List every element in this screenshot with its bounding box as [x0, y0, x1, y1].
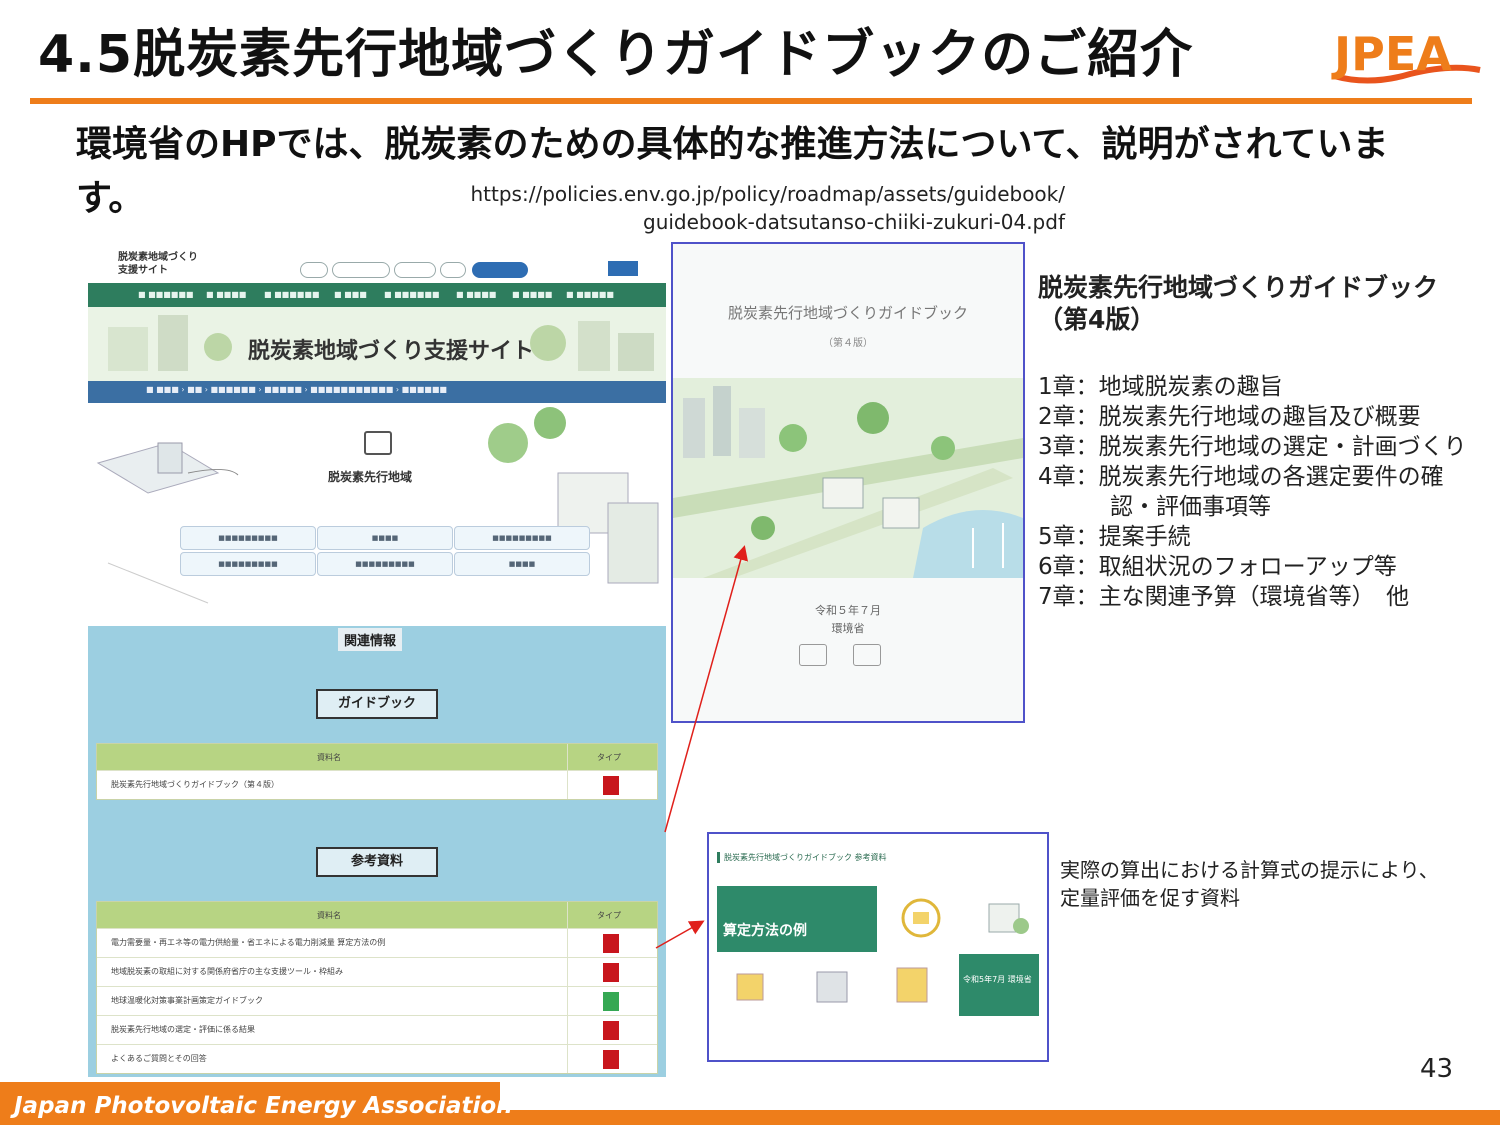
title-underline: [30, 98, 1472, 104]
reference-title-block: [717, 886, 877, 952]
site-header-link[interactable]: [332, 262, 390, 278]
reference-illustration: [881, 886, 1041, 950]
nav-item[interactable]: ■ ■■■■: [512, 290, 552, 299]
pdf-icon[interactable]: [603, 1050, 619, 1069]
row-name[interactable]: 地球温暖化対策事業計画策定ガイドブック: [111, 995, 263, 1006]
spreadsheet-icon[interactable]: [603, 992, 619, 1011]
cover-date: 令和５年７月: [815, 604, 881, 617]
row-name[interactable]: 脱炭素先行地域づくりガイドブック（第４版）: [111, 779, 279, 790]
cover-edition: （第４版）: [823, 338, 873, 349]
pdf-icon[interactable]: [603, 776, 619, 795]
section-link-button[interactable]: ■■■■■■■■■: [454, 526, 590, 550]
nav-item[interactable]: ■ ■■■■: [206, 290, 246, 299]
cover-org: 環境省: [831, 622, 865, 635]
section-link-button[interactable]: ■■■■: [454, 552, 590, 576]
chapter-item: 6章：取組状況のフォローアップ等: [1038, 554, 1397, 580]
chapter-item-continued: 認・評価事項等: [1110, 494, 1271, 520]
cover-logo-icon: [853, 644, 881, 666]
site-header-link[interactable]: [300, 262, 328, 278]
nav-item[interactable]: ■ ■■■: [334, 290, 367, 299]
reference-example-title: 算定方法の例: [723, 923, 807, 939]
guidebook-section-box: ガイドブック: [316, 689, 438, 719]
section-title: 脱炭素先行地域: [328, 470, 413, 484]
chapter-item: 2章：脱炭素先行地域の趣旨及び概要: [1038, 404, 1421, 430]
section-link-button[interactable]: ■■■■■■■■■: [180, 526, 316, 550]
nav-item[interactable]: ■ ■■■■■■: [384, 290, 439, 299]
header-type: タイプ: [597, 911, 621, 920]
table-row[interactable]: 地球温暖化対策事業計画策定ガイドブック: [97, 986, 657, 1015]
url-line-1[interactable]: https://policies.env.go.jp/policy/roadma…: [415, 180, 1066, 208]
row-name[interactable]: 電力需要量・再エネ等の電力供給量・省エネによる電力削減量 算定方法の例: [111, 937, 385, 948]
chapter-item: 7章：主な関連予算（環境省等） 他: [1038, 584, 1410, 610]
source-url[interactable]: https://policies.env.go.jp/policy/roadma…: [415, 180, 1066, 236]
chapter-item: 5章：提案手続: [1038, 524, 1191, 550]
nav-item[interactable]: ■ ■■■■: [456, 290, 496, 299]
reference-header: 脱炭素先行地域づくりガイドブック 参考資料: [717, 852, 887, 863]
footer-org-name: Japan Photovoltaic Energy Association: [14, 1093, 513, 1119]
site-header-button[interactable]: [472, 262, 528, 278]
jpea-logo: JPEA: [1330, 24, 1482, 94]
section-link-button[interactable]: ■■■■■■■■■: [180, 552, 316, 576]
site-hero-title: 脱炭素地域づくり支援サイト: [248, 339, 535, 364]
header-name: 資料名: [317, 911, 341, 920]
slide-title: 4.5脱炭素先行地域づくりガイドブックのご紹介: [38, 25, 1194, 85]
reference-table: 資料名 タイプ 電力需要量・再エネ等の電力供給量・省エネによる電力削減量 算定方…: [96, 901, 658, 1074]
section-icon: [364, 431, 392, 455]
table-row[interactable]: 脱炭素先行地域の選定・評価に係る結果: [97, 1015, 657, 1044]
section-link-button[interactable]: ■■■■■■■■■: [317, 552, 453, 576]
chapter-item: 4章：脱炭素先行地域の各選定要件の確: [1038, 464, 1444, 490]
row-name[interactable]: 地域脱炭素の取組に対する関係府省庁の主な支援ツール・枠組み: [111, 966, 343, 977]
site-header-link[interactable]: [394, 262, 436, 278]
table-row[interactable]: 脱炭素先行地域づくりガイドブック（第４版）: [97, 770, 657, 799]
site-breadcrumb[interactable]: ■ ■■■ › ■■ › ■■■■■■ › ■■■■■ › ■■■■■■■■■■…: [146, 385, 447, 394]
section-link-button[interactable]: ■■■■: [317, 526, 453, 550]
svg-text:JPEA: JPEA: [1331, 27, 1452, 81]
search-button[interactable]: [608, 261, 638, 276]
website-screenshot: 脱炭素地域づくり 支援サイト ■ ■■■■■■ ■ ■■■■ ■ ■■■■■■ …: [88, 243, 666, 1077]
page-number: 43: [1420, 1054, 1454, 1084]
url-line-2[interactable]: guidebook-datsutanso-chiiki-zukuri-04.pd…: [415, 208, 1065, 236]
header-type: タイプ: [597, 753, 621, 762]
cover-title: 脱炭素先行地域づくりガイドブック: [727, 304, 968, 322]
table-header: 資料名 タイプ: [97, 744, 657, 770]
chapter-list: 1章：地域脱炭素の趣旨 2章：脱炭素先行地域の趣旨及び概要 3章：脱炭素先行地域…: [1038, 372, 1488, 612]
chapter-item: 1章：地域脱炭素の趣旨: [1038, 374, 1283, 400]
pdf-icon[interactable]: [603, 1021, 619, 1040]
row-name[interactable]: よくあるご質問とその回答: [111, 1053, 207, 1064]
row-name[interactable]: 脱炭素先行地域の選定・評価に係る結果: [111, 1024, 255, 1035]
cover-city-illustration: [673, 378, 1023, 578]
reference-material-cover: 脱炭素先行地域づくりガイドブック 参考資料 算定方法の例 令和5年7月 環境省: [707, 832, 1049, 1062]
pdf-icon[interactable]: [603, 934, 619, 953]
reference-illustration: [717, 954, 957, 1016]
table-header: 資料名 タイプ: [97, 902, 657, 928]
table-row[interactable]: 電力需要量・再エネ等の電力供給量・省エネによる電力削減量 算定方法の例: [97, 928, 657, 957]
site-name: 脱炭素地域づくり 支援サイト: [118, 252, 198, 276]
site-navigation: ■ ■■■■■■ ■ ■■■■ ■ ■■■■■■ ■ ■■■ ■ ■■■■■ ■ …: [88, 283, 666, 307]
guidebook-table: 資料名 タイプ 脱炭素先行地域づくりガイドブック（第４版）: [96, 743, 658, 800]
site-header-link[interactable]: [440, 262, 466, 278]
pdf-icon[interactable]: [603, 963, 619, 982]
header-name: 資料名: [317, 753, 341, 762]
table-row[interactable]: よくあるご質問とその回答: [97, 1044, 657, 1073]
guidebook-cover: 脱炭素先行地域づくりガイドブック （第４版） 令和５年７月 環境省: [671, 242, 1025, 723]
guidebook-title: 脱炭素先行地域づくりガイドブック（第4版）: [1038, 273, 1439, 334]
reference-description: 実際の算出における計算式の提示により、定量評価を促す資料: [1060, 858, 1439, 910]
nav-item[interactable]: ■ ■■■■■■: [138, 290, 193, 299]
reference-section-box: 参考資料: [316, 847, 438, 877]
nav-item[interactable]: ■ ■■■■■■: [264, 290, 319, 299]
cover-logo-icon: [799, 644, 827, 666]
nav-item[interactable]: ■ ■■■■■: [566, 290, 614, 299]
table-row[interactable]: 地域脱炭素の取組に対する関係府省庁の主な支援ツール・枠組み: [97, 957, 657, 986]
related-info-heading: 関連情報: [338, 628, 403, 651]
reference-date: 令和5年7月 環境省: [963, 975, 1032, 984]
chapter-item: 3章：脱炭素先行地域の選定・計画づくり: [1038, 434, 1467, 460]
